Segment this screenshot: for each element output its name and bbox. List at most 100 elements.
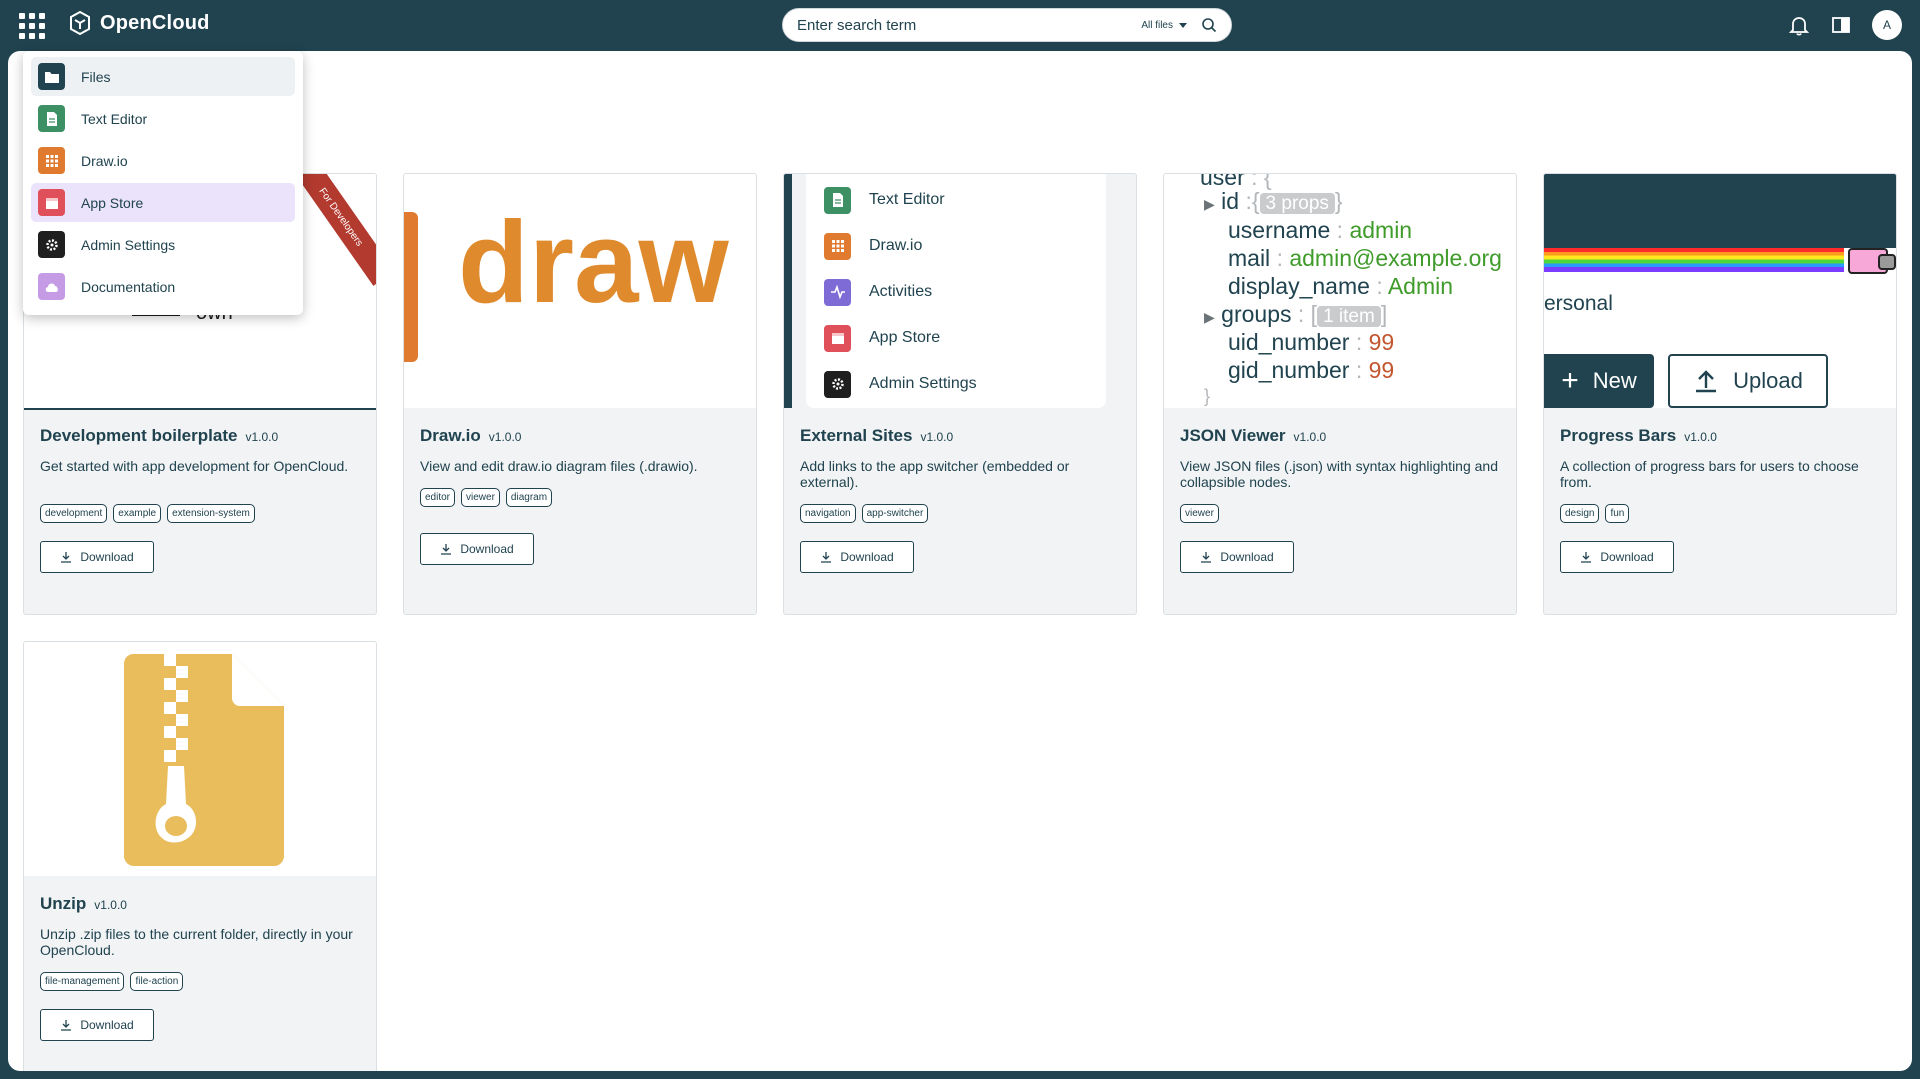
download-icon <box>821 552 832 563</box>
app-title: Progress Bars <box>1560 426 1677 445</box>
app-title: External Sites <box>800 426 913 445</box>
app-card-unzip[interactable]: Unzip v1.0.0 Unzip .zip files to the cur… <box>23 641 377 1071</box>
download-label: Download <box>1600 550 1654 564</box>
tag[interactable]: design <box>1560 504 1600 523</box>
json-display-name-line: display_name : Admin <box>1228 273 1454 299</box>
app-switcher-label: Text Editor <box>81 110 148 127</box>
search-bar: All files <box>782 8 1232 42</box>
tag[interactable]: navigation <box>800 504 856 523</box>
app-switcher-item-text-editor[interactable]: Text Editor <box>31 99 295 138</box>
tag[interactable]: editor <box>420 488 456 507</box>
preview-menu-item: Text Editor <box>824 177 1088 223</box>
tag[interactable]: diagram <box>505 488 553 507</box>
tag[interactable]: viewer <box>461 488 500 507</box>
download-button[interactable]: Download <box>1180 541 1294 573</box>
app-switcher-menu: Files Text Editor Draw.io App Store Admi… <box>23 51 303 315</box>
download-icon <box>61 552 72 563</box>
app-switcher-grid-icon[interactable] <box>19 13 45 39</box>
tag[interactable]: app-switcher <box>861 504 929 523</box>
download-button[interactable]: Download <box>800 541 914 573</box>
gear-icon <box>38 231 65 258</box>
sidebar-toggle-icon[interactable] <box>1830 14 1852 36</box>
tag-list: design fun <box>1560 504 1880 523</box>
app-preview: ersonal + New Upload <box>1544 174 1896 408</box>
tag[interactable]: file-management <box>40 972 125 991</box>
download-icon <box>1201 552 1212 563</box>
download-label: Download <box>80 1018 134 1032</box>
preview-menu-item: App Store <box>824 315 1088 361</box>
preview-menu-label: App Store <box>869 329 941 346</box>
json-close-brace: } <box>1204 386 1211 406</box>
preview-header <box>1544 174 1896 248</box>
document-icon <box>824 186 851 214</box>
search-input[interactable] <box>797 16 1142 34</box>
preview-menu: Text Editor Draw.io Activities App Store… <box>806 174 1106 408</box>
tag[interactable]: file-action <box>130 972 184 991</box>
app-description: Add links to the app switcher (embedded … <box>800 458 1070 490</box>
preview-drawio-bar <box>404 212 418 362</box>
download-button[interactable]: Download <box>40 541 154 573</box>
grid-icon <box>38 147 65 174</box>
document-icon <box>38 105 65 132</box>
tag-list: development example extension-system <box>40 504 360 523</box>
top-right-actions: A <box>1788 10 1902 40</box>
search-scope-label: All files <box>1141 19 1173 31</box>
tag-list: viewer <box>1180 504 1500 523</box>
app-switcher-item-app-store[interactable]: App Store <box>31 183 295 222</box>
cloud-icon <box>38 273 65 300</box>
tag[interactable]: development <box>40 504 108 523</box>
json-username-line: username : admin <box>1228 217 1413 243</box>
app-preview: draw <box>404 174 756 408</box>
app-card-json-viewer[interactable]: user : { ▶ id :{3 props} username : admi… <box>1163 173 1517 615</box>
folder-icon <box>38 63 65 90</box>
app-switcher-item-documentation[interactable]: Documentation <box>31 267 295 306</box>
tag-list: file-management file-action <box>40 972 360 991</box>
app-card-progress-bars[interactable]: ersonal + New Upload Progress Bars v1.0.0… <box>1543 173 1897 615</box>
download-label: Download <box>840 550 894 564</box>
app-title: Draw.io <box>420 426 481 445</box>
user-avatar[interactable]: A <box>1872 10 1902 40</box>
tag[interactable]: fun <box>1605 504 1630 523</box>
app-switcher-item-files[interactable]: Files <box>31 57 295 96</box>
app-card-external-sites[interactable]: Text Editor Draw.io Activities App Store… <box>783 173 1137 615</box>
preview-divider <box>24 408 376 410</box>
preview-menu-label: Text Editor <box>869 191 945 208</box>
download-button[interactable]: Download <box>420 533 534 565</box>
opencloud-logo[interactable]: OpenCloud <box>68 10 210 36</box>
nyan-cat-icon <box>1848 248 1896 274</box>
app-title: JSON Viewer <box>1180 426 1286 445</box>
app-title: Unzip <box>40 894 87 913</box>
search-icon[interactable] <box>1201 17 1217 33</box>
app-preview <box>24 642 376 876</box>
tag[interactable]: example <box>113 504 162 523</box>
app-version: v1.0.0 <box>920 430 954 444</box>
search-scope-dropdown[interactable]: All files <box>1141 20 1187 31</box>
preview-upload-button: Upload <box>1668 354 1828 408</box>
app-description: View and edit draw.io diagram files (.dr… <box>420 458 698 474</box>
app-switcher-item-admin-settings[interactable]: Admin Settings <box>31 225 295 264</box>
preview-menu-item: Draw.io <box>824 223 1088 269</box>
app-version: v1.0.0 <box>1293 430 1327 444</box>
gear-icon <box>824 370 851 398</box>
app-card-drawio[interactable]: draw Draw.io v1.0.0 View and edit draw.i… <box>403 173 757 615</box>
download-icon <box>61 1020 72 1031</box>
app-preview: Text Editor Draw.io Activities App Store… <box>784 174 1136 408</box>
preview-rainbow-bar <box>1544 248 1844 272</box>
download-button[interactable]: Download <box>40 1009 154 1041</box>
app-description: View JSON files (.json) with syntax high… <box>1180 458 1499 490</box>
app-version: v1.0.0 <box>94 898 127 912</box>
app-switcher-label: Files <box>81 68 111 85</box>
tag[interactable]: viewer <box>1180 504 1219 523</box>
download-icon <box>1581 552 1592 563</box>
app-switcher-label: Draw.io <box>81 152 128 169</box>
app-switcher-item-drawio[interactable]: Draw.io <box>31 141 295 180</box>
bell-icon[interactable] <box>1788 14 1810 36</box>
tag[interactable]: extension-system <box>167 504 255 523</box>
app-description: Get started with app development for Ope… <box>40 458 349 474</box>
preview-menu-label: Admin Settings <box>869 375 977 392</box>
top-bar: OpenCloud All files A <box>0 0 1920 50</box>
download-button[interactable]: Download <box>1560 541 1674 573</box>
json-groups-line: ▶ groups : [1 item] <box>1204 301 1388 327</box>
app-version: v1.0.0 <box>245 430 279 444</box>
preview-menu-item: Activities <box>824 269 1088 315</box>
